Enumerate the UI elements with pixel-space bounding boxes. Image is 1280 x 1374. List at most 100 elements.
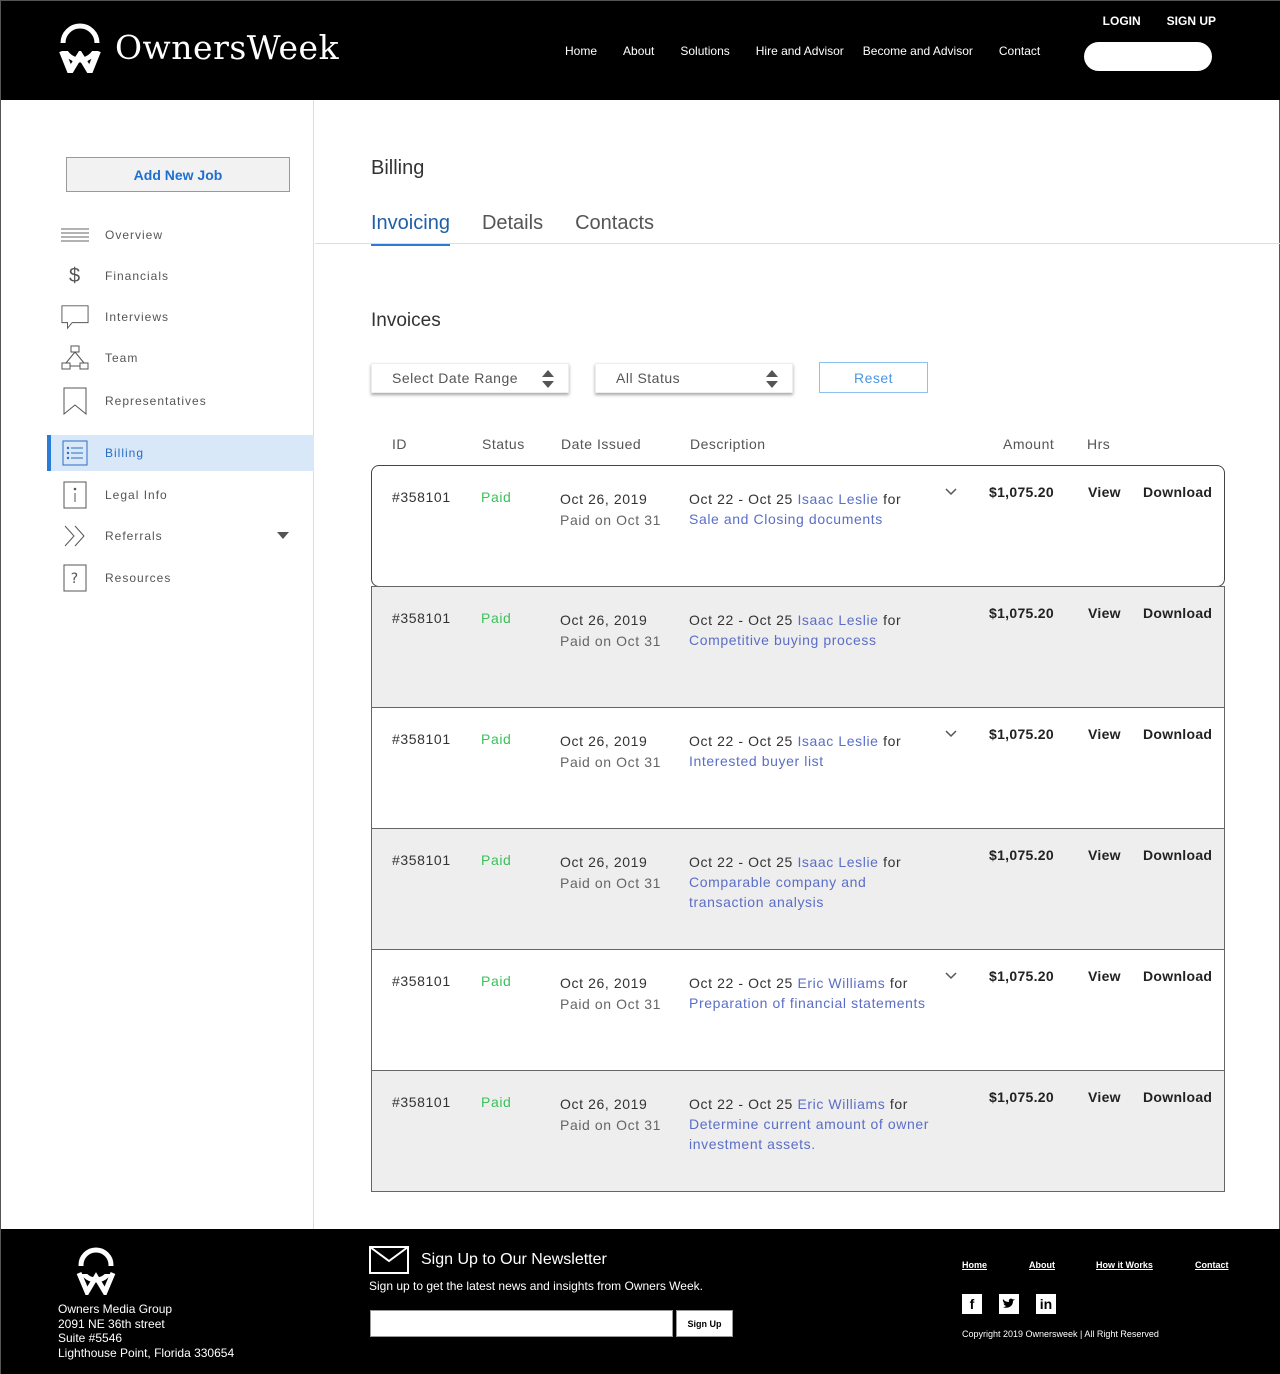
table-row[interactable]: #358101 Paid Oct 26, 2019 Paid on Oct 31…	[371, 465, 1225, 587]
sidebar-item-interviews[interactable]: Interviews	[47, 299, 314, 335]
twitter-icon[interactable]	[999, 1294, 1019, 1314]
menu-lines-icon	[61, 221, 89, 249]
footer-link-home[interactable]: Home	[962, 1260, 987, 1270]
issued-date: Oct 26, 2019	[560, 491, 648, 507]
footer-link-contact[interactable]: Contact	[1195, 1260, 1229, 1270]
task-link[interactable]: Competitive buying process	[689, 632, 877, 648]
advisor-link[interactable]: Isaac Leslie	[797, 612, 878, 628]
issued-date: Oct 26, 2019	[560, 1096, 648, 1112]
download-button[interactable]: Download	[1143, 605, 1212, 621]
search-input[interactable]	[1084, 42, 1212, 71]
download-button[interactable]: Download	[1143, 1089, 1212, 1105]
add-new-job-button[interactable]: Add New Job	[66, 157, 290, 192]
brand-logo[interactable]: OwnersWeek	[57, 21, 339, 73]
nav-contact[interactable]: Contact	[999, 44, 1040, 58]
newsletter-title: Sign Up to Our Newsletter	[421, 1251, 607, 1268]
issued-date: Oct 26, 2019	[560, 733, 648, 749]
footer-link-how-it-works[interactable]: How it Works	[1096, 1260, 1153, 1270]
sidebar-item-team[interactable]: Team	[47, 340, 314, 376]
task-link[interactable]: Preparation of financial statements	[689, 995, 926, 1011]
task-link[interactable]: Interested buyer list	[689, 753, 824, 769]
nav-solutions[interactable]: Solutions	[680, 44, 729, 58]
logo-mark-icon	[57, 23, 103, 73]
invoice-id: #358101	[392, 731, 451, 747]
chevron-down-icon[interactable]	[944, 485, 958, 499]
download-button[interactable]: Download	[1143, 968, 1212, 984]
sidebar-item-overview[interactable]: Overview	[47, 217, 314, 253]
status-badge: Paid	[481, 610, 512, 626]
newsletter-email-input[interactable]	[370, 1310, 673, 1337]
issued-date: Oct 26, 2019	[560, 975, 648, 991]
task-link[interactable]: Sale and Closing documents	[689, 511, 883, 527]
chevron-down-icon[interactable]	[944, 727, 958, 741]
address-line: Owners Media Group	[58, 1302, 173, 1316]
view-button[interactable]: View	[1088, 484, 1121, 500]
view-button[interactable]: View	[1088, 847, 1121, 863]
sidebar-item-label: Financials	[105, 269, 170, 283]
for-text: for	[883, 733, 902, 749]
signup-link[interactable]: SIGN UP	[1167, 14, 1216, 28]
footer-logo-icon[interactable]	[73, 1245, 119, 1295]
invoice-id: #358101	[392, 973, 451, 989]
mail-icon	[369, 1246, 409, 1274]
description: Oct 22 - Oct 25 Isaac Leslie for Sale an…	[689, 489, 934, 529]
address-line: Suite #5546	[58, 1331, 123, 1345]
status-badge: Paid	[481, 852, 512, 868]
sidebar-item-resources[interactable]: ? Resources	[47, 560, 314, 596]
table-row[interactable]: #358101 Paid Oct 26, 2019 Paid on Oct 31…	[371, 949, 1225, 1071]
sidebar-item-representatives[interactable]: Representatives	[47, 383, 314, 419]
advisor-link[interactable]: Eric Williams	[797, 975, 885, 991]
column-header-hrs: Hrs	[1087, 436, 1111, 452]
download-button[interactable]: Download	[1143, 726, 1212, 742]
for-text: for	[883, 854, 902, 870]
advisor-link[interactable]: Eric Williams	[797, 1096, 885, 1112]
nav-become-advisor[interactable]: Become and Advisor	[863, 44, 973, 58]
tab-details[interactable]: Details	[482, 212, 543, 246]
view-button[interactable]: View	[1088, 1089, 1121, 1105]
facebook-icon[interactable]: f	[962, 1294, 982, 1314]
description: Oct 22 - Oct 25 Isaac Leslie for Competi…	[689, 610, 934, 650]
sidebar-item-financials[interactable]: $ Financials	[47, 258, 314, 294]
table-row[interactable]: #358101 Paid Oct 26, 2019 Paid on Oct 31…	[371, 586, 1225, 708]
for-text: for	[883, 491, 902, 507]
task-link[interactable]: Comparable company and transaction analy…	[689, 874, 866, 910]
footer-link-about[interactable]: About	[1029, 1260, 1055, 1270]
advisor-link[interactable]: Isaac Leslie	[797, 854, 878, 870]
paid-on: Paid on Oct 31	[560, 1117, 662, 1133]
date-issued: Oct 26, 2019 Paid on Oct 31	[560, 610, 661, 652]
caret-down-icon[interactable]	[277, 532, 289, 539]
login-link[interactable]: LOGIN	[1103, 14, 1141, 28]
for-text: for	[883, 612, 902, 628]
table-row[interactable]: #358101 Paid Oct 26, 2019 Paid on Oct 31…	[371, 828, 1225, 950]
description: Oct 22 - Oct 25 Eric Williams for Prepar…	[689, 973, 934, 1013]
newsletter-signup-button[interactable]: Sign Up	[676, 1310, 733, 1337]
nav-hire-advisor[interactable]: Hire and Advisor	[756, 44, 844, 58]
tab-contacts[interactable]: Contacts	[575, 212, 654, 246]
table-row[interactable]: #358101 Paid Oct 26, 2019 Paid on Oct 31…	[371, 1070, 1225, 1192]
download-button[interactable]: Download	[1143, 847, 1212, 863]
nav-about[interactable]: About	[623, 44, 654, 58]
advisor-link[interactable]: Isaac Leslie	[797, 733, 878, 749]
sidebar-item-billing[interactable]: Billing	[47, 435, 314, 471]
tab-invoicing[interactable]: Invoicing	[371, 212, 450, 246]
table-row[interactable]: #358101 Paid Oct 26, 2019 Paid on Oct 31…	[371, 707, 1225, 829]
status-select[interactable]: All Status	[595, 363, 793, 393]
chevron-down-icon[interactable]	[944, 969, 958, 983]
nav-home[interactable]: Home	[565, 44, 597, 58]
linkedin-icon[interactable]: in	[1036, 1294, 1056, 1314]
sidebar-item-label: Billing	[105, 446, 145, 460]
date-range-select[interactable]: Select Date Range	[371, 363, 569, 393]
reset-button[interactable]: Reset	[819, 362, 928, 393]
sidebar-item-referrals[interactable]: Referrals	[47, 518, 314, 554]
speech-bubble-icon	[61, 303, 89, 331]
sidebar-item-legal-info[interactable]: Legal Info	[47, 477, 314, 513]
download-button[interactable]: Download	[1143, 484, 1212, 500]
view-button[interactable]: View	[1088, 605, 1121, 621]
updown-arrows-icon	[766, 370, 778, 388]
view-button[interactable]: View	[1088, 968, 1121, 984]
amount: $1,075.20	[989, 726, 1054, 742]
task-link[interactable]: Determine current amount of owner invest…	[689, 1116, 929, 1152]
address-line: Lighthouse Point, Florida 330654	[58, 1345, 235, 1360]
view-button[interactable]: View	[1088, 726, 1121, 742]
advisor-link[interactable]: Isaac Leslie	[797, 491, 878, 507]
